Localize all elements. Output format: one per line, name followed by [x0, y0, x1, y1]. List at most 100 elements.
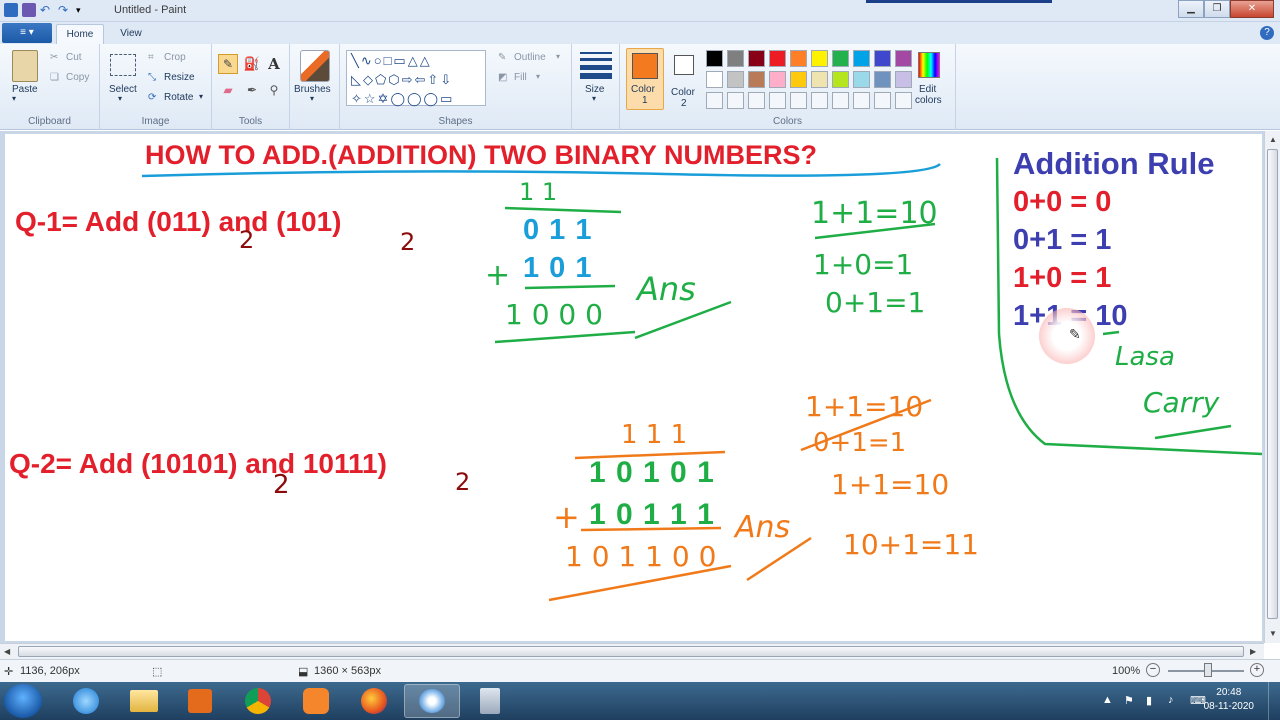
- palette-custom-swatch[interactable]: [853, 92, 870, 109]
- paint-taskbar-icon[interactable]: [404, 684, 460, 718]
- palette-swatch[interactable]: [769, 71, 786, 88]
- network-icon[interactable]: ▮: [1146, 694, 1152, 707]
- scroll-right-icon[interactable]: ▶: [1250, 647, 1256, 656]
- start-button[interactable]: [4, 684, 42, 718]
- palette-custom-swatch[interactable]: [832, 92, 849, 109]
- fill-button[interactable]: Fill: [514, 72, 527, 83]
- show-hidden-icons-icon[interactable]: ▲: [1102, 694, 1113, 706]
- scroll-down-icon[interactable]: ▼: [1269, 629, 1277, 638]
- palette-custom-swatch[interactable]: [811, 92, 828, 109]
- select-icon[interactable]: [110, 54, 136, 76]
- color1-selector[interactable]: Color 1: [626, 48, 664, 110]
- close-button[interactable]: ✕: [1230, 0, 1274, 18]
- drawing-canvas[interactable]: HOW TO ADD.(ADDITION) TWO BINARY NUMBERS…: [5, 134, 1262, 641]
- palette-swatch[interactable]: [706, 50, 723, 67]
- action-center-flag-icon[interactable]: ⚑: [1124, 694, 1134, 707]
- palette-swatch[interactable]: [769, 50, 786, 67]
- rotate-chevron-icon[interactable]: ▾: [199, 92, 203, 101]
- media-player-icon[interactable]: [172, 684, 228, 718]
- edit-colors-label-2[interactable]: colors: [915, 95, 942, 106]
- color-picker-icon[interactable]: ✒: [242, 80, 262, 100]
- palette-swatch[interactable]: [811, 50, 828, 67]
- minimize-button[interactable]: ▁: [1178, 0, 1204, 18]
- internet-explorer-icon[interactable]: [58, 684, 114, 718]
- chrome-icon[interactable]: [230, 684, 286, 718]
- palette-swatch[interactable]: [706, 71, 723, 88]
- palette-custom-swatch[interactable]: [874, 92, 891, 109]
- paint-menu-button[interactable]: ≡ ▾: [2, 23, 52, 43]
- palette-swatch[interactable]: [874, 71, 891, 88]
- size-chevron-icon[interactable]: ▾: [592, 94, 596, 103]
- palette-custom-swatch[interactable]: [769, 92, 786, 109]
- vertical-scrollbar[interactable]: ▲ ▼: [1264, 131, 1280, 643]
- shapes-gallery[interactable]: ╲∿○□▭△△ ◺◇⬠⬡⇨⇦⇧⇩ ✧☆✡◯◯◯▭: [346, 50, 486, 106]
- palette-custom-swatch[interactable]: [748, 92, 765, 109]
- palette-swatch[interactable]: [895, 50, 912, 67]
- magnifier-icon[interactable]: ⚲: [264, 80, 284, 100]
- paste-icon[interactable]: [12, 50, 38, 82]
- outline-chevron-icon[interactable]: ▾: [556, 52, 560, 61]
- edit-colors-icon[interactable]: [918, 52, 940, 78]
- zoom-in-icon[interactable]: +: [1250, 663, 1264, 677]
- volume-icon[interactable]: ♪: [1168, 694, 1174, 706]
- text-tool-icon[interactable]: A: [264, 54, 284, 74]
- firefox-icon[interactable]: [346, 684, 402, 718]
- maximize-button[interactable]: ❐: [1204, 0, 1230, 18]
- fill-bucket-icon[interactable]: ⛽: [242, 54, 262, 74]
- customize-qat-chevron-icon[interactable]: ▾: [76, 3, 90, 17]
- zoom-out-icon[interactable]: −: [1146, 663, 1160, 677]
- undo-icon[interactable]: ↶: [40, 3, 54, 17]
- size-icon[interactable]: [580, 52, 612, 79]
- zoom-slider-thumb[interactable]: [1204, 663, 1212, 677]
- uc-browser-icon[interactable]: [288, 684, 344, 718]
- redo-icon[interactable]: ↷: [58, 3, 72, 17]
- rotate-button[interactable]: Rotate: [164, 92, 193, 103]
- clock[interactable]: 20:48 08-11-2020: [1204, 686, 1254, 714]
- palette-swatch[interactable]: [748, 50, 765, 67]
- paste-chevron-icon[interactable]: ▾: [12, 94, 16, 103]
- palette-custom-swatch[interactable]: [895, 92, 912, 109]
- vertical-scroll-thumb[interactable]: [1267, 149, 1278, 619]
- save-icon[interactable]: [22, 3, 36, 17]
- horizontal-scroll-thumb[interactable]: [18, 646, 1244, 657]
- cut-button[interactable]: Cut: [66, 52, 82, 63]
- scroll-up-icon[interactable]: ▲: [1269, 135, 1277, 144]
- crop-button[interactable]: Crop: [164, 52, 186, 63]
- select-button[interactable]: Select: [109, 84, 137, 95]
- select-chevron-icon[interactable]: ▾: [118, 94, 122, 103]
- palette-swatch[interactable]: [811, 71, 828, 88]
- file-explorer-icon[interactable]: [116, 684, 172, 718]
- pencil-icon[interactable]: ✎: [218, 54, 238, 74]
- palette-swatch[interactable]: [790, 71, 807, 88]
- copy-button[interactable]: Copy: [66, 72, 89, 83]
- palette-swatch[interactable]: [727, 71, 744, 88]
- palette-custom-swatch[interactable]: [727, 92, 744, 109]
- palette-swatch[interactable]: [832, 50, 849, 67]
- resize-button[interactable]: Resize: [164, 72, 195, 83]
- eraser-icon[interactable]: ▰: [218, 80, 238, 100]
- scroll-left-icon[interactable]: ◀: [4, 647, 10, 656]
- brushes-icon[interactable]: [300, 50, 330, 82]
- help-icon[interactable]: ?: [1260, 26, 1274, 40]
- tab-view[interactable]: View: [110, 24, 152, 44]
- palette-swatch[interactable]: [853, 71, 870, 88]
- paint-app-icon[interactable]: [4, 3, 18, 17]
- horizontal-scrollbar[interactable]: ◀ ▶: [0, 643, 1264, 659]
- fill-chevron-icon[interactable]: ▾: [536, 72, 540, 81]
- brushes-chevron-icon[interactable]: ▾: [310, 94, 314, 103]
- outline-button[interactable]: Outline: [514, 52, 546, 63]
- calculator-icon[interactable]: [462, 684, 518, 718]
- palette-swatch[interactable]: [748, 71, 765, 88]
- palette-custom-swatch[interactable]: [790, 92, 807, 109]
- palette-swatch[interactable]: [853, 50, 870, 67]
- palette-swatch[interactable]: [790, 50, 807, 67]
- edit-colors-label-1[interactable]: Edit: [919, 84, 936, 95]
- color2-selector[interactable]: Color 2: [668, 48, 702, 110]
- show-desktop-button[interactable]: [1268, 682, 1280, 720]
- palette-swatch[interactable]: [832, 71, 849, 88]
- palette-swatch[interactable]: [895, 71, 912, 88]
- palette-custom-swatch[interactable]: [706, 92, 723, 109]
- palette-swatch[interactable]: [874, 50, 891, 67]
- palette-swatch[interactable]: [727, 50, 744, 67]
- tab-home[interactable]: Home: [56, 24, 104, 44]
